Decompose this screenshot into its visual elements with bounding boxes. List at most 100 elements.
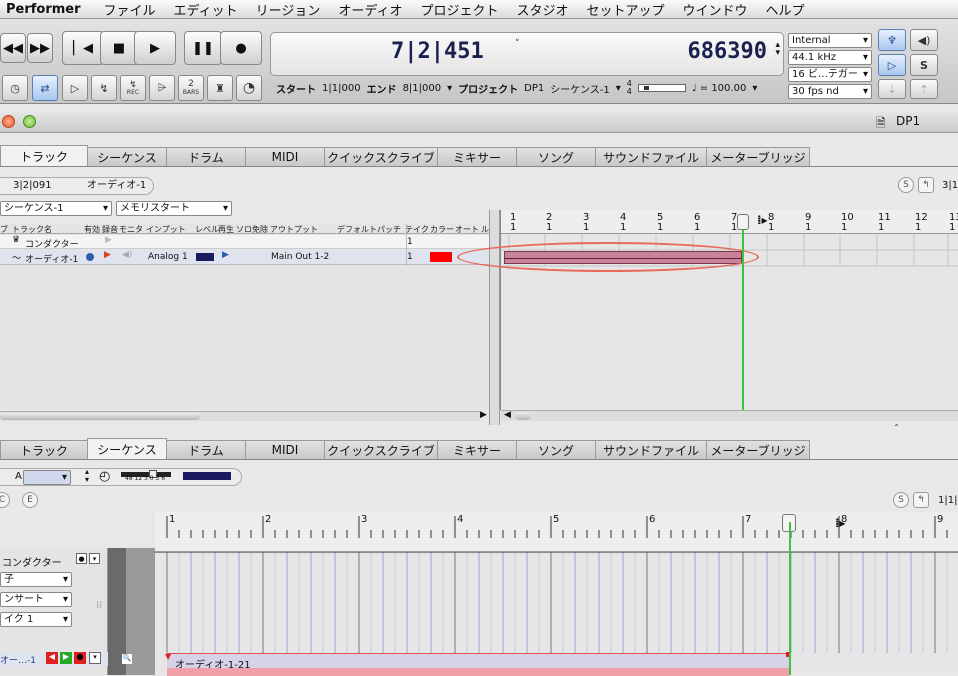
fast-forward-button[interactable]: ▶▶: [27, 33, 53, 63]
tracks-marker-select[interactable]: メモリスタート: [116, 201, 232, 216]
sequence-grid[interactable]: ▼ オーディオ-1-21: [155, 522, 958, 676]
sequence-dropdown-icon[interactable]: ▾: [616, 83, 621, 94]
tempo-value[interactable]: ♩ = 100.00: [692, 83, 746, 94]
seq-playhead[interactable]: [789, 522, 791, 675]
sequence-ruler[interactable]: 1 2 3 4 5 6 7 8 9 ⁞▸: [155, 512, 958, 552]
sequence-menu[interactable]: シーケンス-1: [550, 81, 609, 96]
tab-midi[interactable]: MIDI: [245, 147, 325, 166]
playhead[interactable]: [742, 220, 744, 410]
tab-song[interactable]: ソング: [516, 147, 596, 166]
start-value[interactable]: 1|1|000: [322, 83, 361, 94]
tracks-position-value[interactable]: 3|2|091: [13, 178, 52, 194]
bit-depth-select[interactable]: 16 ビ…テガー: [788, 67, 872, 82]
end-marker-icon[interactable]: ⁞▸: [757, 213, 768, 227]
scroll-left-icon[interactable]: ◀: [504, 410, 511, 420]
zoom-magnifier-icon[interactable]: 🔍: [122, 654, 132, 664]
seq-play-icon[interactable]: ▶: [60, 652, 72, 664]
sequence-layer-select[interactable]: [23, 470, 71, 485]
mbt-dropdown-icon[interactable]: ˅: [515, 39, 520, 49]
tab-song[interactable]: ソング: [516, 440, 596, 459]
tempo-clock-button[interactable]: ◔: [236, 75, 262, 101]
zoom-button[interactable]: [23, 115, 36, 128]
audio-track-header[interactable]: オー…-1 ◀ ▶ ● ▾: [0, 652, 108, 666]
loop-button[interactable]: ⇄: [32, 75, 58, 101]
take-value[interactable]: 1: [407, 252, 413, 262]
output-value[interactable]: Main Out 1-2: [271, 252, 329, 262]
audio-monitor-button[interactable]: ◀): [910, 29, 938, 51]
playback-icon[interactable]: ▶: [222, 250, 229, 260]
seq-speaker-icon[interactable]: ◀: [46, 652, 58, 664]
tracks-solo-button[interactable]: S: [898, 177, 914, 193]
scroll-right-icon[interactable]: ▶: [480, 410, 487, 420]
tab-mixer[interactable]: ミキサー: [437, 440, 517, 459]
tab-sequence[interactable]: シーケンス: [87, 147, 167, 166]
menu-region[interactable]: リージョン: [247, 0, 330, 19]
table-row[interactable]: 〜 オーディオ-1 ▶ ◀) Analog 1 ▶ Main Out 1-2 1: [0, 250, 490, 265]
tab-meterbridge[interactable]: メーターブリッジ: [706, 440, 810, 459]
solo-button[interactable]: S: [910, 54, 938, 76]
tab-drum[interactable]: ドラム: [166, 147, 246, 166]
stop-button[interactable]: ■: [100, 31, 138, 65]
sequence-e-button[interactable]: E: [22, 492, 38, 508]
menu-window[interactable]: ウインドウ: [674, 0, 757, 19]
seq-param-select-3[interactable]: イク 1: [0, 612, 72, 627]
samples-counter[interactable]: 686390: [688, 39, 767, 64]
samples-dropdown-icon[interactable]: ▴ ▾: [775, 41, 780, 58]
menu-setup[interactable]: セットアップ: [578, 0, 674, 19]
resize-grip-icon[interactable]: ⁞⁞: [96, 600, 102, 611]
input-monitor-button[interactable]: ▷: [878, 54, 906, 76]
return-to-start-button[interactable]: ▏◀: [62, 31, 104, 65]
record-button[interactable]: ●: [220, 31, 262, 65]
scroll-thumb[interactable]: [0, 413, 200, 420]
menu-help[interactable]: ヘルプ: [757, 0, 814, 19]
sync-source-select[interactable]: Internal: [788, 33, 872, 48]
tracks-timeline[interactable]: 1 2 3 4 5 6 7 8 9 10 11 12 13 1 1 1 1 1 …: [457, 210, 958, 421]
pane-divider[interactable]: [489, 210, 500, 425]
input-value[interactable]: Analog 1: [148, 252, 188, 262]
track-name[interactable]: コンダクター: [25, 237, 79, 250]
end-dropdown-icon[interactable]: ▾: [447, 83, 452, 94]
table-row[interactable]: ♛ コンダクター ▶ 1: [0, 235, 490, 250]
tracks-sequence-select[interactable]: シーケンス-1: [0, 201, 112, 216]
track-name[interactable]: オーディオ-1: [25, 252, 78, 265]
take-value[interactable]: 1: [407, 237, 413, 247]
pane-collapse-icon[interactable]: ˆ: [894, 424, 899, 435]
menu-studio[interactable]: スタジオ: [508, 0, 578, 19]
wait-button[interactable]: ◷: [2, 75, 28, 101]
menu-file[interactable]: ファイル: [95, 0, 165, 19]
seq-end-marker-icon[interactable]: ⁞▸: [835, 516, 846, 530]
audio-region[interactable]: ▼ オーディオ-1-21: [165, 652, 791, 676]
tab-quickscribe[interactable]: クイックスクライブ: [324, 440, 438, 459]
stepper-icon[interactable]: ▴ ▾: [85, 468, 89, 484]
project-value[interactable]: DP1: [524, 83, 544, 94]
menu-project[interactable]: プロジェクト: [411, 0, 507, 19]
tab-midi[interactable]: MIDI: [245, 440, 325, 459]
playhead-handle[interactable]: [737, 214, 749, 230]
seq-param-select-2[interactable]: ンサート: [0, 592, 72, 607]
sequence-solo-button[interactable]: S: [893, 492, 909, 508]
seq-param-select-1[interactable]: 子: [0, 572, 72, 587]
tab-sequence[interactable]: シーケンス: [87, 438, 167, 459]
mbt-counter[interactable]: 7|2|451: [391, 39, 484, 64]
monitor-speaker-icon[interactable]: ◀): [122, 250, 132, 260]
rewind-button[interactable]: ◀◀: [0, 33, 26, 63]
seq-track-menu-icon[interactable]: ▾: [89, 652, 101, 664]
record-enable-icon[interactable]: ▶: [104, 250, 111, 260]
sequence-c-button[interactable]: C: [0, 492, 10, 508]
app-menu[interactable]: Performer: [0, 2, 95, 17]
meter[interactable]: 44: [627, 80, 632, 96]
knob-icon[interactable]: ◴: [99, 469, 110, 484]
conductor-record-button[interactable]: ●: [76, 553, 87, 564]
tab-tracks[interactable]: トラック: [0, 145, 88, 166]
tab-meterbridge[interactable]: メーターブリッジ: [706, 147, 810, 166]
close-button[interactable]: [2, 115, 15, 128]
punch-in-button[interactable]: ⇣: [878, 79, 906, 99]
pause-button[interactable]: ❚❚: [184, 31, 222, 65]
frame-rate-select[interactable]: 30 fps nd: [788, 84, 872, 99]
menu-edit[interactable]: エディット: [165, 0, 247, 19]
tempo-dropdown-icon[interactable]: ▾: [752, 83, 757, 94]
sequence-return-button[interactable]: ↰: [913, 492, 929, 508]
overdub-button[interactable]: ⩥: [149, 75, 175, 101]
tracks-position-field[interactable]: 3|2|091 オーディオ-1: [0, 177, 154, 195]
conductor-menu-button[interactable]: ▾: [89, 553, 100, 564]
